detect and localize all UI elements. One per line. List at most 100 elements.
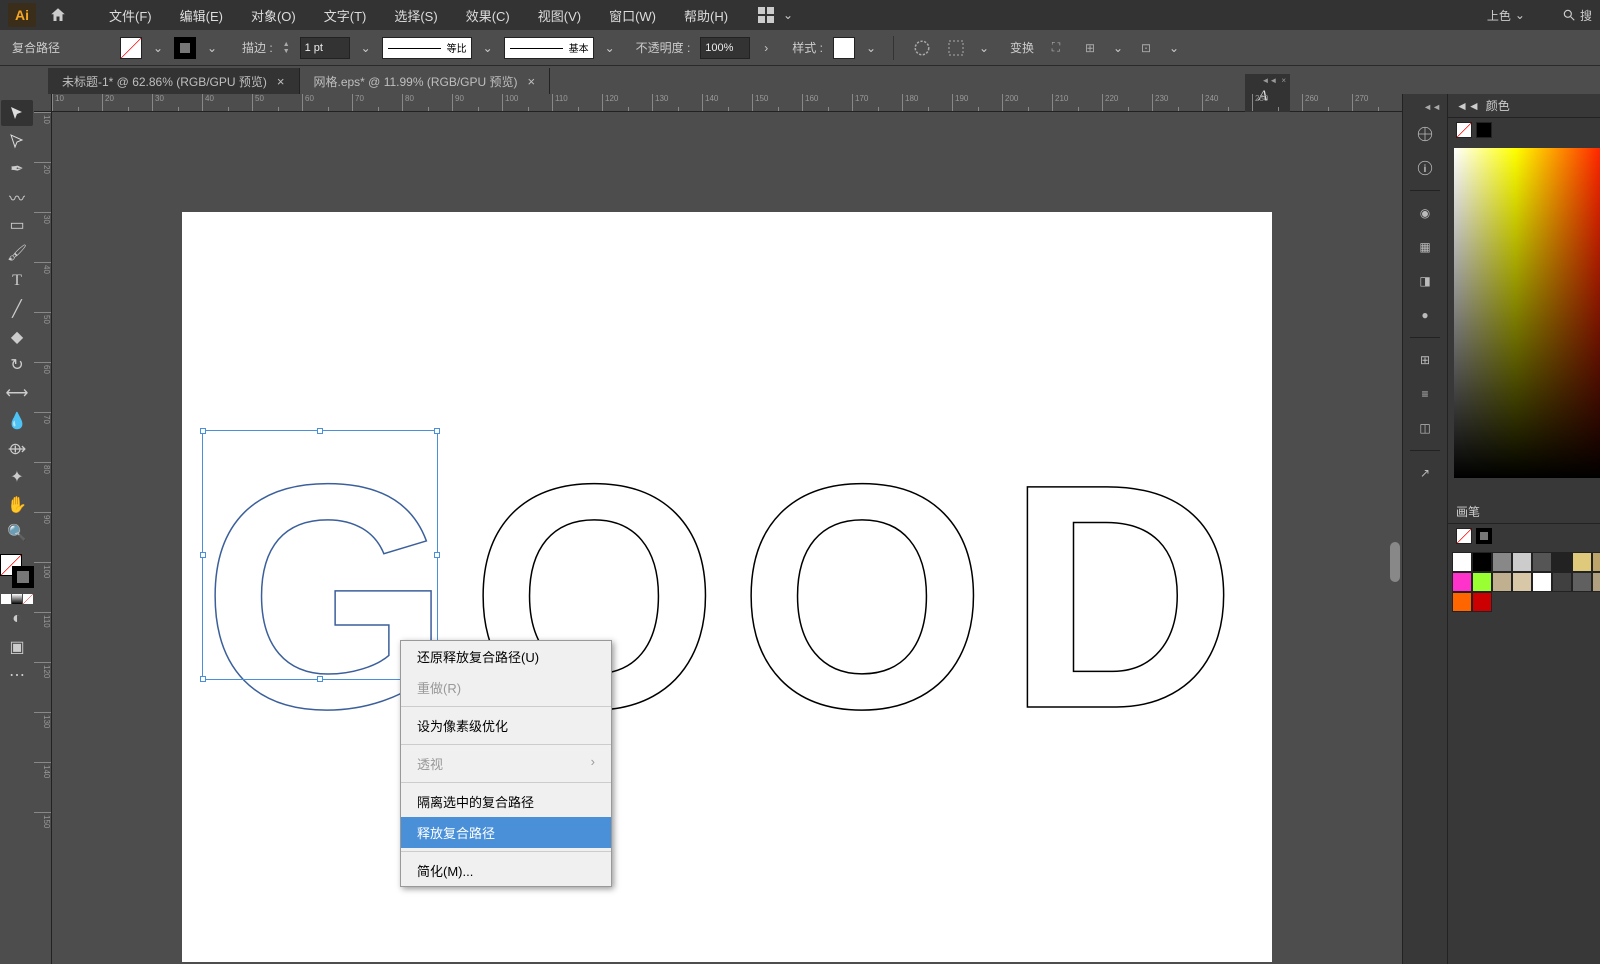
selection-tool[interactable]: [1, 100, 33, 126]
menu-select[interactable]: 选择(S): [382, 0, 449, 30]
info-icon[interactable]: i: [1411, 154, 1439, 182]
home-icon[interactable]: [46, 3, 70, 27]
eyedropper-tool[interactable]: 💧: [1, 408, 33, 434]
cm-pixel[interactable]: 设为像素级优化: [401, 710, 611, 741]
swatch[interactable]: [1472, 592, 1492, 612]
tab-document-2[interactable]: 网格.eps* @ 11.99% (RGB/GPU 预览) ×: [300, 68, 551, 94]
close-icon[interactable]: ×: [1281, 76, 1286, 80]
swatch[interactable]: [1572, 572, 1592, 592]
fill-swatch-mini[interactable]: [1456, 122, 1472, 138]
transform-icon[interactable]: ◫: [1411, 414, 1439, 442]
recolor-icon[interactable]: [910, 36, 934, 60]
chevron-down-icon[interactable]: ⌄: [482, 42, 494, 54]
blend-tool[interactable]: ⟴: [1, 436, 33, 462]
swatch[interactable]: [1592, 572, 1600, 592]
align-icon[interactable]: ≡: [1411, 380, 1439, 408]
menu-edit[interactable]: 编辑(E): [168, 0, 235, 30]
cm-undo[interactable]: 还原释放复合路径(U): [401, 641, 611, 672]
navigator-icon[interactable]: [1411, 120, 1439, 148]
swatch[interactable]: [1492, 552, 1512, 572]
swatch[interactable]: [1472, 572, 1492, 592]
menu-file[interactable]: 文件(F): [97, 0, 164, 30]
screen-mode-icon[interactable]: ▣: [1, 634, 33, 660]
tab-document-1[interactable]: 未标题-1* @ 62.86% (RGB/GPU 预览) ×: [48, 68, 300, 94]
artboard[interactable]: G O O D 路径: [182, 212, 1272, 962]
gradient-icon[interactable]: ◨: [1411, 267, 1439, 295]
hand-tool[interactable]: ✋: [1, 492, 33, 518]
cm-isolate[interactable]: 隔离选中的复合路径: [401, 786, 611, 817]
draw-mode-icon[interactable]: ◐: [1, 606, 33, 632]
cm-simplify[interactable]: 简化(M)...: [401, 855, 611, 886]
chevron-down-icon[interactable]: ⌄: [1112, 42, 1124, 54]
chevron-down-icon[interactable]: ⌄: [782, 9, 794, 21]
chevron-down-icon[interactable]: ⌄: [604, 42, 616, 54]
type-tool[interactable]: T: [1, 268, 33, 294]
swatch[interactable]: [1492, 572, 1512, 592]
chevron-right-icon[interactable]: ›: [760, 42, 772, 54]
transform-icon-1[interactable]: ⛶: [1044, 36, 1068, 60]
stroke-swatch-mini[interactable]: [1476, 528, 1492, 544]
direct-selection-tool[interactable]: [1, 128, 33, 154]
cm-release-compound[interactable]: 释放复合路径: [401, 817, 611, 848]
close-icon[interactable]: ×: [528, 74, 536, 89]
scrollbar-vertical[interactable]: [1388, 212, 1402, 964]
ruler-horizontal[interactable]: 1020304050607080901001101201301401501601…: [34, 94, 1402, 112]
swatch[interactable]: [1472, 552, 1492, 572]
canvas-viewport[interactable]: G O O D 路径: [52, 112, 1402, 964]
swatch[interactable]: [1552, 572, 1572, 592]
transform-icon-3[interactable]: ⊡: [1134, 36, 1158, 60]
chevron-down-icon[interactable]: ⌄: [865, 42, 877, 54]
color-mode-icon[interactable]: [1, 594, 11, 604]
width-tool[interactable]: ⟷: [1, 380, 33, 406]
transform-label[interactable]: 变换: [1010, 39, 1034, 56]
search-icon[interactable]: 搜: [1562, 7, 1592, 24]
appearance-icon[interactable]: ◉: [1411, 199, 1439, 227]
glyph-d[interactable]: D: [1006, 412, 1237, 780]
variable-width-profile[interactable]: [382, 37, 472, 59]
arrange-docs-icon[interactable]: [754, 3, 778, 27]
stroke-weight-stepper[interactable]: ▲▼: [283, 41, 290, 55]
fill-swatch[interactable]: [120, 37, 142, 59]
swatch[interactable]: [1512, 572, 1532, 592]
close-icon[interactable]: ×: [277, 74, 285, 89]
zoom-tool[interactable]: 🔍: [1, 520, 33, 546]
swatch[interactable]: [1452, 592, 1472, 612]
workspace-switcher[interactable]: 上色 ⌄: [1487, 7, 1525, 24]
swatch[interactable]: [1592, 552, 1600, 572]
menu-effect[interactable]: 效果(C): [454, 0, 522, 30]
collapse-icon[interactable]: ◄◄: [1456, 99, 1480, 113]
transform-icon-2[interactable]: ⊞: [1078, 36, 1102, 60]
ruler-vertical[interactable]: 102030405060708090100110120130140150: [34, 112, 52, 964]
stroke-weight-input[interactable]: [300, 37, 350, 59]
stroke-swatch[interactable]: [174, 37, 196, 59]
chevron-down-icon[interactable]: ⌄: [978, 42, 990, 54]
menu-window[interactable]: 窗口(W): [597, 0, 668, 30]
export-icon[interactable]: ↗: [1411, 459, 1439, 487]
symbol-tool[interactable]: ✦: [1, 464, 33, 490]
brush-definition[interactable]: [504, 37, 594, 59]
chevron-down-icon[interactable]: ⌄: [360, 42, 372, 54]
rotate-tool[interactable]: ↻: [1, 352, 33, 378]
swatch[interactable]: [1452, 552, 1472, 572]
pen-tool[interactable]: ✒: [1, 156, 33, 182]
chevron-down-icon[interactable]: ⌄: [1168, 42, 1180, 54]
transparency-icon[interactable]: ▦: [1411, 233, 1439, 261]
swatch[interactable]: [1532, 552, 1552, 572]
shape-tool[interactable]: ◆: [1, 324, 33, 350]
menu-object[interactable]: 对象(O): [239, 0, 308, 30]
stroke-swatch-mini[interactable]: [1476, 122, 1492, 138]
curvature-tool[interactable]: 〰: [1, 184, 33, 210]
more-tools-icon[interactable]: ⋯: [1, 662, 33, 688]
graphic-style-swatch[interactable]: [833, 37, 855, 59]
swatch[interactable]: [1512, 552, 1532, 572]
chevron-down-icon[interactable]: ⌄: [152, 42, 164, 54]
swatch[interactable]: [1572, 552, 1592, 572]
panel-header-color[interactable]: ◄◄ 颜色: [1448, 94, 1600, 118]
fill-swatch-mini[interactable]: [1456, 528, 1472, 544]
swatch[interactable]: [1452, 572, 1472, 592]
align-icon[interactable]: [944, 36, 968, 60]
color-spectrum[interactable]: [1454, 148, 1600, 478]
opacity-input[interactable]: [700, 37, 750, 59]
swatch[interactable]: [1552, 552, 1572, 572]
swatch[interactable]: [1532, 572, 1552, 592]
